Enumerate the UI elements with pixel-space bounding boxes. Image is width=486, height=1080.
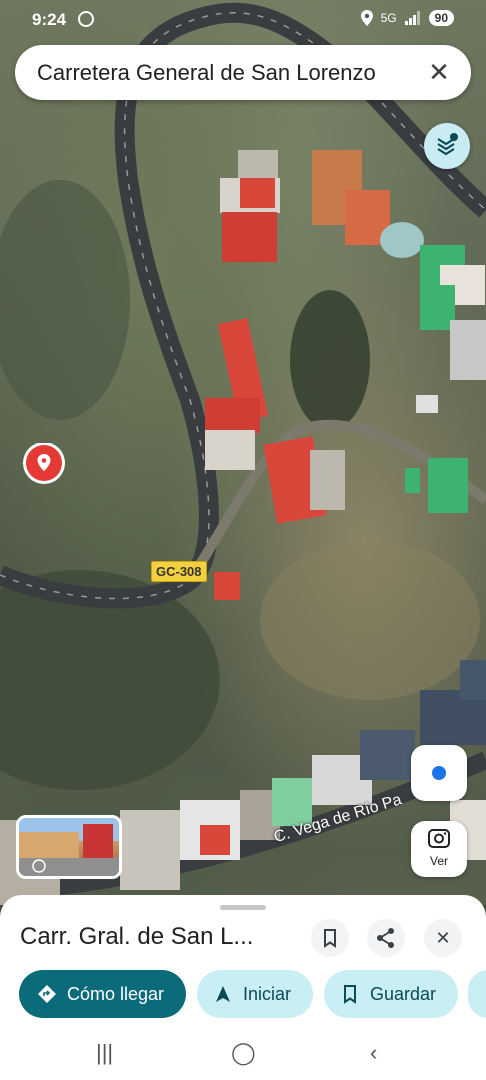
my-location-button[interactable] [411, 745, 467, 801]
battery-icon: 90 [428, 10, 454, 26]
start-label: Iniciar [243, 983, 292, 1004]
clock: 9:24 [32, 10, 67, 29]
share-icon [377, 928, 394, 948]
close-icon: ✕ [435, 928, 451, 948]
directions-button[interactable]: Cómo llegar [19, 970, 186, 1018]
more-actions-chip[interactable] [468, 970, 486, 1018]
lens-button[interactable]: Ver [411, 821, 467, 877]
save-button[interactable]: Guardar [324, 970, 458, 1018]
close-icon[interactable]: ✕ [425, 58, 453, 86]
system-nav-bar: ||| ◯ ‹ [0, 1030, 486, 1080]
save-bookmark-button[interactable] [311, 919, 349, 957]
status-bar: 9:24 5G 90 [0, 0, 486, 42]
camera-lens-icon [428, 829, 450, 848]
layers-button[interactable] [424, 123, 470, 169]
share-button[interactable] [367, 919, 405, 957]
start-button[interactable]: Iniciar [197, 970, 313, 1018]
back-icon[interactable]: ‹ [370, 1040, 377, 1066]
navigation-arrow-icon [216, 986, 230, 1002]
network-type: 5G [380, 11, 397, 25]
place-bottom-sheet[interactable]: Carr. Gral. de San L... ✕ Cómo llegar In… [0, 895, 486, 1030]
search-bar[interactable]: Carretera General de San Lorenzo ✕ [15, 45, 471, 100]
location-icon [360, 10, 373, 26]
drag-handle[interactable] [220, 905, 266, 910]
road-shield-label: GC-308 [151, 561, 207, 582]
lens-label: Ver [429, 854, 448, 868]
recents-icon[interactable]: ||| [96, 1040, 113, 1066]
search-query[interactable]: Carretera General de San Lorenzo [37, 60, 417, 86]
place-title: Carr. Gral. de San L... [20, 923, 254, 950]
place-pin[interactable] [20, 442, 66, 489]
my-location-icon [432, 766, 446, 780]
whatsapp-icon [78, 11, 94, 27]
bookmark-icon [344, 985, 356, 1004]
sheet-close-button[interactable]: ✕ [424, 919, 462, 957]
map-pin-icon [22, 442, 65, 484]
save-label: Guardar [370, 983, 437, 1004]
status-icons: 5G 90 [360, 10, 454, 26]
directions-label: Cómo llegar [67, 983, 165, 1004]
street-view-image [19, 818, 119, 876]
directions-icon [38, 985, 56, 1003]
layers-icon [437, 133, 458, 156]
street-view-thumbnail[interactable] [16, 815, 122, 879]
bookmark-icon [324, 929, 336, 948]
home-icon[interactable]: ◯ [231, 1040, 256, 1066]
signal-icon [404, 11, 420, 25]
